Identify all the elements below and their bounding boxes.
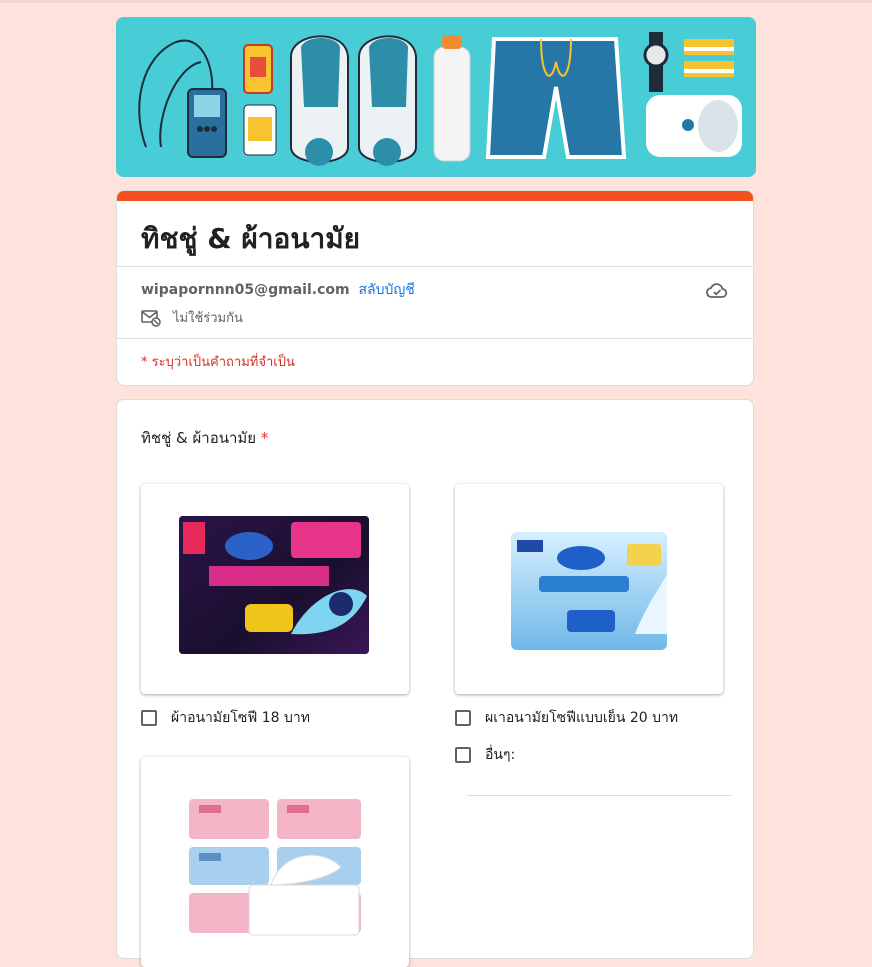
header-banner (116, 17, 756, 177)
divider (117, 266, 753, 267)
checkbox[interactable] (141, 710, 157, 726)
option-label: ผเาอนามัยโซฟีแบบเย็น 20 บาท (485, 710, 679, 726)
option-image-tissue (141, 757, 409, 967)
required-asterisk: * (260, 429, 269, 447)
switch-account-link[interactable]: สลับบัญชี (358, 282, 414, 298)
option-other[interactable]: อื่นๆ: (455, 744, 515, 766)
mail-off-icon (141, 309, 161, 327)
other-text-input[interactable] (467, 795, 731, 796)
option-image-sofy-cooling (455, 484, 723, 694)
tissue-packs-image (189, 799, 361, 936)
banner-illustration (116, 17, 756, 177)
option-label: ผ้าอนามัยโซฟี 18 บาท (171, 710, 310, 726)
option-sofy-cool-20[interactable]: ผเาอนามัยโซฟีแบบเย็น 20 บาท (455, 707, 678, 729)
question-title: ทิชชู่ & ผ้าอนามัย * (141, 426, 268, 450)
form-header-card: ทิชชู่ & ผ้าอนามัย wipapornnn05@gmail.co… (116, 190, 754, 386)
question-title-text: ทิชชู่ & ผ้าอนามัย (141, 429, 257, 447)
account-email: wipapornnn05@gmail.com (141, 282, 350, 298)
header-accent-bar (117, 191, 753, 201)
option-image-sofy-pad (141, 484, 409, 694)
required-note: * ระบุว่าเป็นคำถามที่จำเป็น (141, 355, 295, 370)
sofy-cooling-fresh-image (511, 532, 667, 650)
account-info: wipapornnn05@gmail.com สลับบัญชี (141, 279, 415, 301)
not-shared-row: ไม่ใช้ร่วมกัน (141, 307, 243, 328)
option-sofy-18[interactable]: ผ้าอนามัยโซฟี 18 บาท (141, 707, 310, 729)
question-card: ทิชชู่ & ผ้าอนามัย * ผ้าอนามัยโซฟี 18 บา… (116, 399, 754, 967)
divider (117, 338, 753, 339)
checkbox[interactable] (455, 710, 471, 726)
cloud-icon[interactable] (705, 279, 729, 303)
form-title: ทิชชู่ & ผ้าอนามัย (141, 222, 361, 255)
option-label: อื่นๆ: (485, 747, 516, 763)
not-shared-label: ไม่ใช้ร่วมกัน (173, 311, 243, 326)
sofy-night-pad-image (179, 516, 369, 654)
top-edge (0, 0, 872, 3)
checkbox[interactable] (455, 747, 471, 763)
